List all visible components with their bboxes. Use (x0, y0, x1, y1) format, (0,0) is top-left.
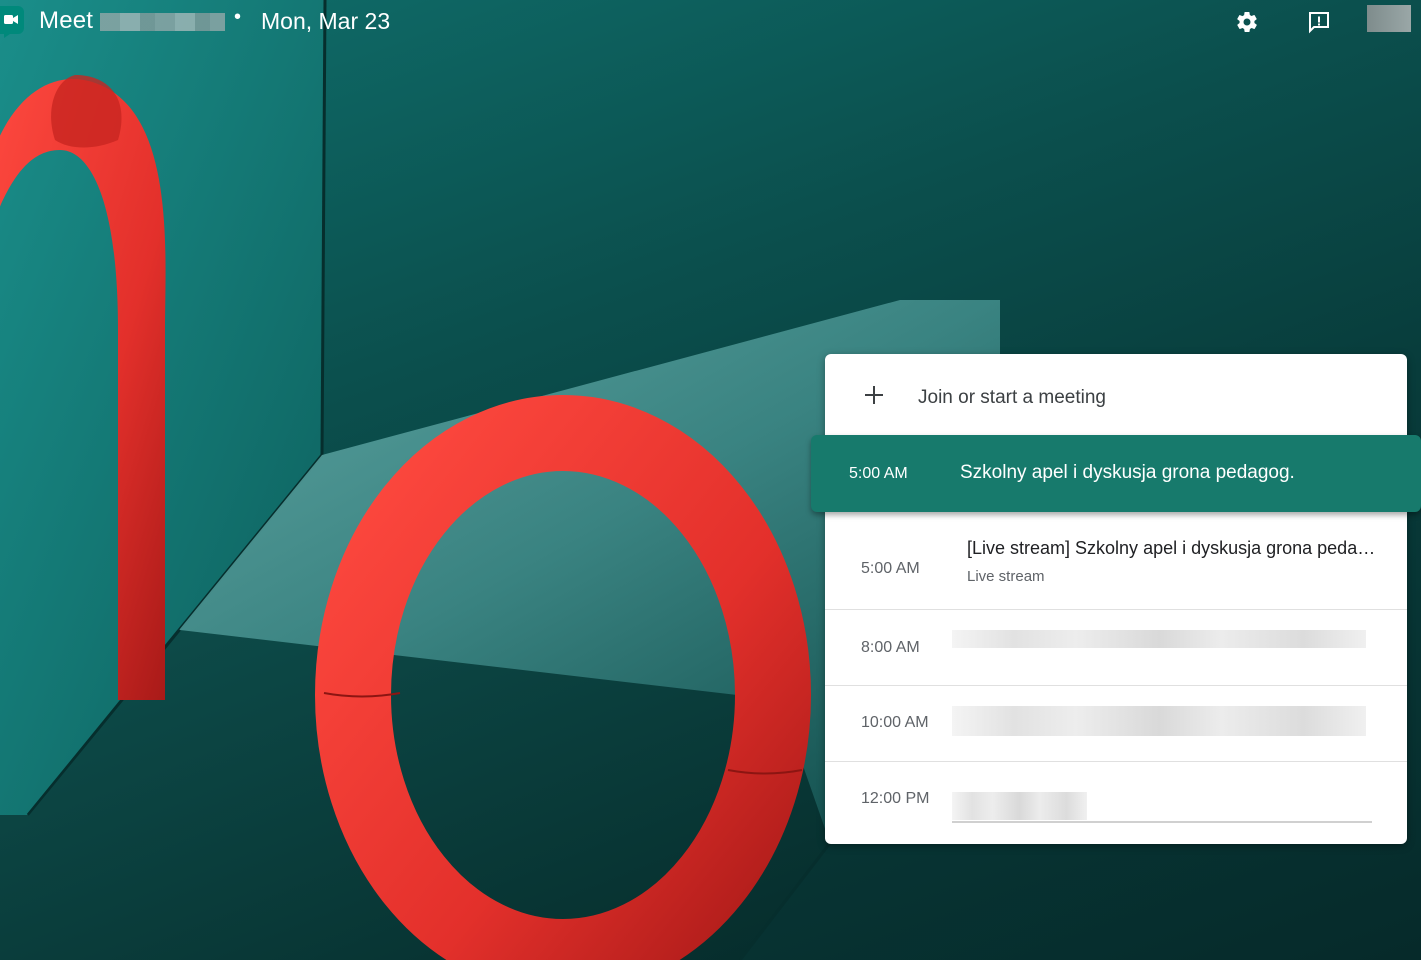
meeting-time: 5:00 AM (849, 465, 908, 482)
meeting-item[interactable]: 12:00 PM (825, 762, 1407, 844)
join-meeting-label: Join or start a meeting (918, 387, 1106, 408)
meeting-title: [Live stream] Szkolny apel i dyskusja gr… (967, 538, 1377, 558)
meeting-time: 10:00 AM (861, 714, 929, 731)
meeting-time: 12:00 PM (861, 790, 930, 807)
meetings-panel: Join or start a meeting 5:00 AM [Live st… (825, 354, 1407, 844)
meeting-title: Szkolny apel i dyskusja grona pedagog. (960, 462, 1295, 483)
top-bar: Meet • Mon, Mar 23 (0, 0, 1421, 46)
feedback-button[interactable] (1305, 8, 1333, 36)
account-avatar[interactable] (1367, 5, 1411, 32)
join-meeting-button[interactable]: Join or start a meeting (825, 354, 1407, 434)
selected-meeting-item[interactable]: 5:00 AM Szkolny apel i dyskusja grona pe… (811, 435, 1421, 512)
settings-button[interactable] (1233, 8, 1261, 36)
meet-logo-icon (0, 6, 24, 38)
feedback-icon (1309, 12, 1329, 34)
meeting-subtitle: Live stream (967, 568, 1045, 585)
gear-icon (1237, 11, 1257, 33)
meeting-item[interactable]: 10:00 AM (825, 686, 1407, 762)
meeting-time: 8:00 AM (861, 639, 920, 656)
meeting-time: 5:00 AM (861, 560, 920, 577)
current-date: Mon, Mar 23 (261, 8, 391, 34)
meeting-item[interactable]: 5:00 AM [Live stream] Szkolny apel i dys… (825, 514, 1407, 610)
separator-dot: • (234, 6, 242, 28)
redacted-username (100, 13, 225, 31)
redacted-meeting-title (952, 792, 1087, 820)
plus-icon (865, 386, 883, 404)
meeting-item[interactable]: 8:00 AM (825, 610, 1407, 686)
app-name: Meet (39, 7, 94, 34)
redacted-meeting-title (952, 706, 1366, 736)
redacted-meeting-title (952, 630, 1366, 648)
divider (952, 821, 1372, 823)
